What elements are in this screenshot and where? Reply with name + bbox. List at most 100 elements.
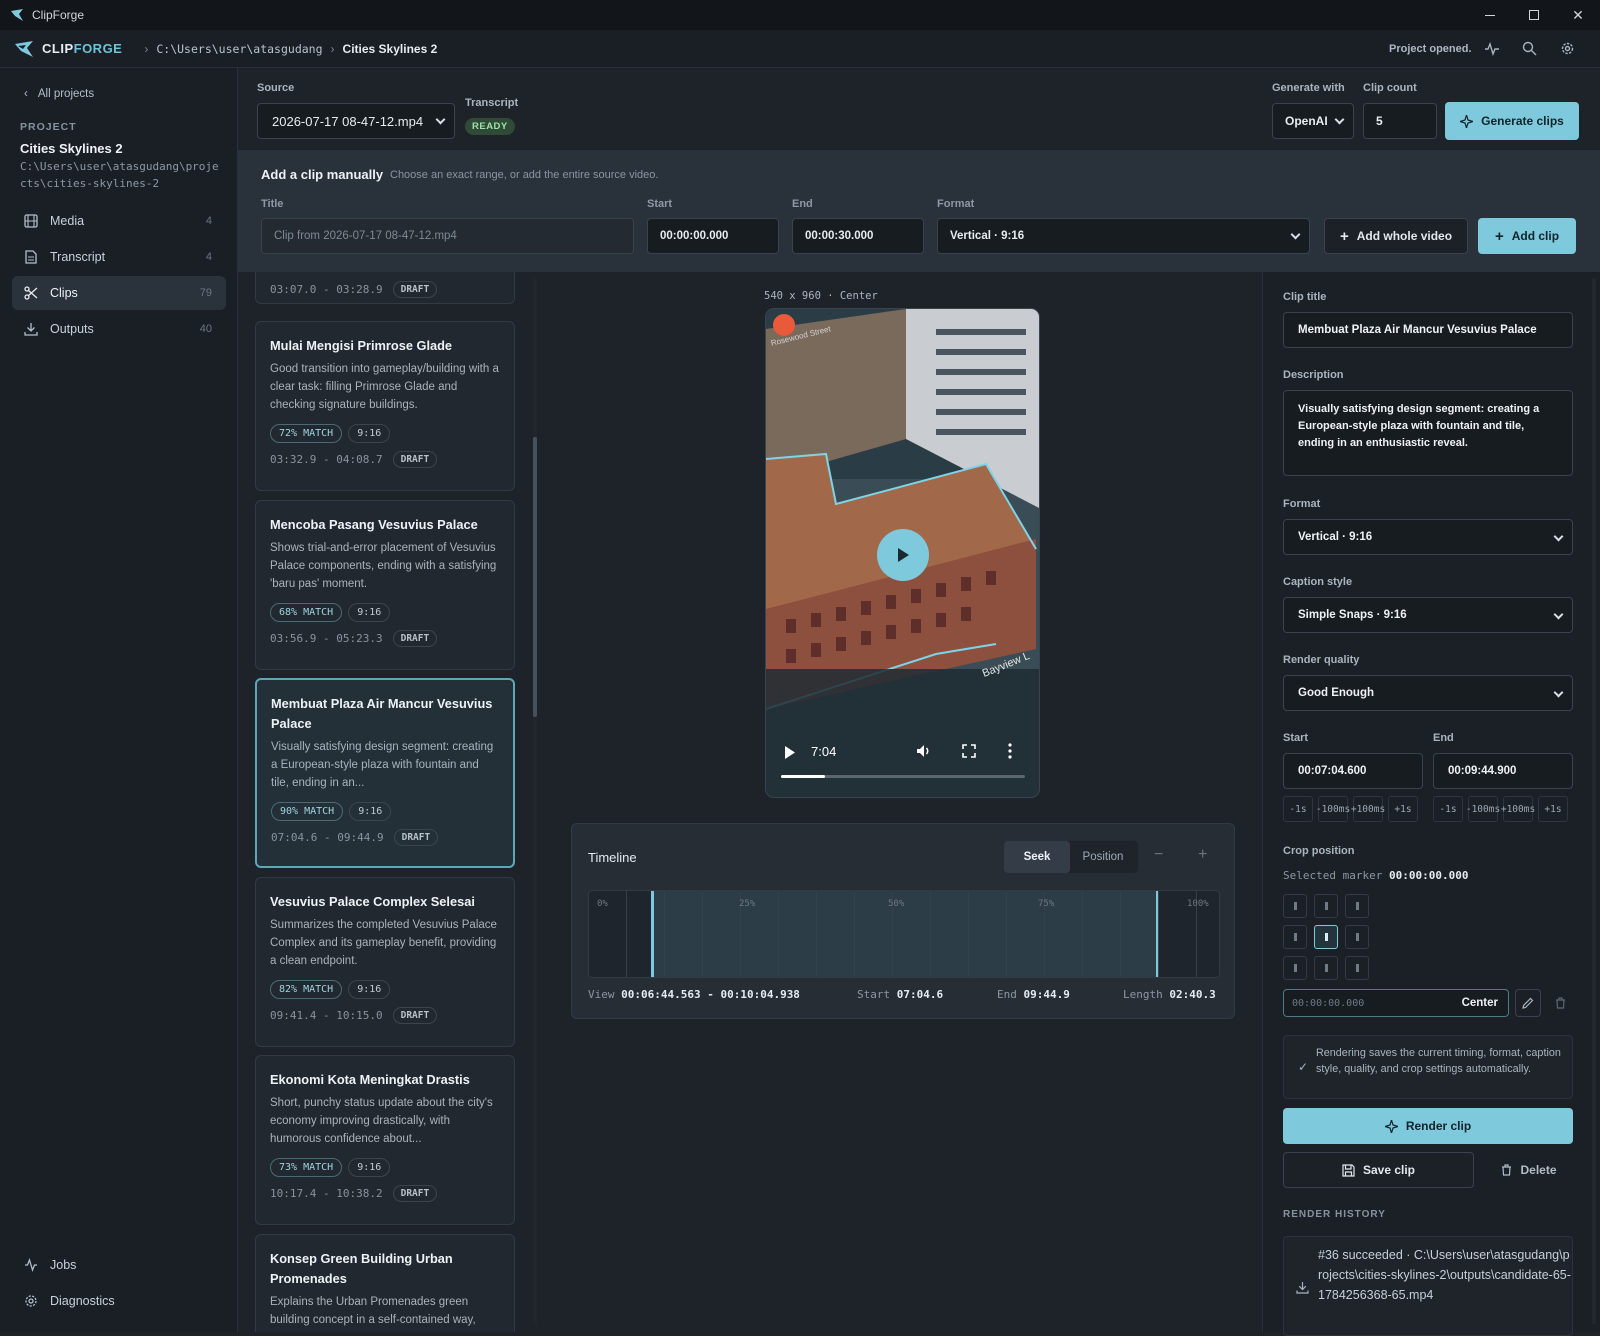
- seek-tab[interactable]: Seek: [1004, 841, 1070, 873]
- crop-cell-middle-right[interactable]: [1345, 925, 1369, 949]
- end-plus-1s-button[interactable]: +1s: [1538, 796, 1568, 822]
- format-select[interactable]: Vertical · 9:16: [937, 218, 1310, 254]
- clip-list-scrollbar-track[interactable]: [533, 278, 537, 1324]
- start-minus-1s-button[interactable]: -1s: [1283, 796, 1313, 822]
- clip-card-selected[interactable]: Membuat Plaza Air Mancur Vesuvius Palace…: [255, 678, 515, 868]
- caption-style-select[interactable]: Simple Snaps · 9:16: [1283, 597, 1573, 633]
- render-history-item[interactable]: #36 succeeded · C:\Users\user\atasgudang…: [1283, 1236, 1573, 1336]
- match-badge: 90% MATCH: [271, 802, 344, 821]
- zoom-out-button[interactable]: −: [1154, 846, 1163, 864]
- format-select[interactable]: Vertical · 9:16: [1283, 519, 1573, 555]
- delete-marker-button[interactable]: [1547, 989, 1573, 1017]
- crop-cell-bottom-right[interactable]: [1345, 956, 1369, 980]
- generate-clips-button[interactable]: Generate clips: [1445, 102, 1579, 140]
- sidebar-item-outputs[interactable]: Outputs 40: [12, 312, 226, 346]
- crop-cell-center[interactable]: [1314, 925, 1338, 949]
- more-options-icon[interactable]: [1008, 743, 1012, 759]
- maximize-button[interactable]: [1512, 0, 1556, 30]
- play-icon[interactable]: [784, 746, 796, 759]
- end-plus-100ms-button[interactable]: +100ms: [1501, 796, 1535, 822]
- minimize-button[interactable]: [1468, 0, 1512, 30]
- details-scrollbar[interactable]: [1592, 278, 1596, 1324]
- crop-cell-top-left[interactable]: [1283, 894, 1307, 918]
- crop-cell-middle-left[interactable]: [1283, 925, 1307, 949]
- clip-card[interactable]: Mencoba Pasang Vesuvius Palace Shows tria…: [255, 500, 515, 670]
- video-progress-bar[interactable]: [781, 775, 1025, 778]
- transcript-label: Transcript: [465, 97, 519, 109]
- crop-cell-top-right[interactable]: [1345, 894, 1369, 918]
- clip-title-field[interactable]: Membuat Plaza Air Mancur Vesuvius Palace: [1283, 312, 1573, 348]
- save-clip-button[interactable]: Save clip: [1283, 1152, 1474, 1188]
- sidebar-item-diagnostics[interactable]: Diagnostics: [12, 1284, 226, 1318]
- clip-list-scrollbar-thumb[interactable]: [533, 437, 537, 717]
- end-minus-100ms-button[interactable]: -100ms: [1466, 796, 1500, 822]
- volume-icon[interactable]: [916, 744, 932, 758]
- play-overlay-button[interactable]: [877, 529, 929, 581]
- breadcrumb-path[interactable]: C:\Users\user\atasgudang: [156, 42, 322, 56]
- add-clip-button[interactable]: + Add clip: [1478, 218, 1576, 254]
- render-clip-button[interactable]: Render clip: [1283, 1108, 1573, 1144]
- crop-cell-bottom-left[interactable]: [1283, 956, 1307, 980]
- activity-icon[interactable]: [1484, 41, 1500, 56]
- generate-clips-label: Generate clips: [1481, 114, 1564, 128]
- edit-marker-button[interactable]: [1515, 989, 1541, 1017]
- start-time-input[interactable]: 00:07:04.600: [1283, 753, 1423, 789]
- clip-meta: 10:17.4 - 10:38.2 DRAFT: [270, 1185, 500, 1202]
- render-note: ✓ Rendering saves the current timing, fo…: [1283, 1035, 1573, 1099]
- clip-card[interactable]: Vesuvius Palace Complex Selesai Summarize…: [255, 877, 515, 1047]
- all-projects-link[interactable]: ‹ All projects: [24, 88, 94, 100]
- crop-cell-top-center[interactable]: [1314, 894, 1338, 918]
- description-textarea[interactable]: Visually satisfying design segment: crea…: [1283, 390, 1573, 476]
- ratio-badge: 9:16: [348, 424, 391, 443]
- video-preview[interactable]: Rosewood Street Bayview L 7:04: [765, 308, 1040, 798]
- clip-card[interactable]: 03:07.0 - 03:28.9 DRAFT: [255, 272, 515, 304]
- end-time-input[interactable]: 00:09:44.900: [1433, 753, 1573, 789]
- clip-count-input[interactable]: 5: [1363, 103, 1437, 139]
- fullscreen-icon[interactable]: [962, 744, 976, 758]
- zoom-in-button[interactable]: +: [1198, 846, 1207, 864]
- source-toolbar: Source 2026-07-17 08-47-12.mp4 Transcrip…: [238, 68, 1600, 150]
- close-button[interactable]: ✕: [1556, 0, 1600, 30]
- end-value: 00:00:30.000: [805, 230, 874, 242]
- sidebar-item-count: 4: [205, 215, 212, 227]
- download-icon[interactable]: [1296, 1281, 1309, 1294]
- search-icon[interactable]: [1522, 41, 1537, 56]
- project-section-label: PROJECT: [20, 121, 77, 133]
- marker-time-input[interactable]: 00:00:00.000 Center: [1283, 989, 1509, 1017]
- start-input[interactable]: 00:00:00.000: [647, 218, 779, 254]
- position-tab[interactable]: Position: [1070, 841, 1136, 873]
- clip-title-input[interactable]: Clip from 2026-07-17 08-47-12.mp4: [261, 218, 634, 254]
- clip-card[interactable]: Mulai Mengisi Primrose Glade Good transit…: [255, 321, 515, 491]
- end-minus-1s-button[interactable]: -1s: [1433, 796, 1463, 822]
- provider-select[interactable]: OpenAI: [1272, 103, 1354, 139]
- source-select[interactable]: 2026-07-17 08-47-12.mp4: [257, 103, 455, 139]
- sidebar-item-clips[interactable]: Clips 79: [12, 276, 226, 310]
- ratio-badge: 9:16: [349, 802, 392, 821]
- sidebar-item-media[interactable]: Media 4: [12, 204, 226, 238]
- delete-clip-button[interactable]: Delete: [1485, 1152, 1573, 1188]
- start-plus-1s-button[interactable]: +1s: [1388, 796, 1418, 822]
- render-history-label: RENDER HISTORY: [1283, 1209, 1386, 1220]
- start-plus-100ms-button[interactable]: +100ms: [1351, 796, 1385, 822]
- clip-card[interactable]: Ekonomi Kota Meningkat Drastis Short, pun…: [255, 1055, 515, 1225]
- clip-card[interactable]: Konsep Green Building Urban Promenades Ex…: [255, 1234, 515, 1332]
- sidebar-item-transcript[interactable]: Transcript 4: [12, 240, 226, 274]
- description-value: Visually satisfying design segment: crea…: [1298, 403, 1540, 449]
- end-label: End: [1433, 732, 1454, 744]
- add-whole-video-button[interactable]: + Add whole video: [1324, 218, 1468, 254]
- save-icon: [1342, 1163, 1355, 1177]
- end-input[interactable]: 00:00:30.000: [792, 218, 924, 254]
- clip-title: Vesuvius Palace Complex Selesai: [270, 894, 475, 909]
- match-badge: 82% MATCH: [270, 980, 343, 999]
- render-quality-select[interactable]: Good Enough: [1283, 675, 1573, 711]
- chevron-down-icon: [1334, 114, 1345, 125]
- render-history-text: #36 succeeded · C:\Users\user\atasgudang…: [1318, 1248, 1571, 1302]
- crop-cell-bottom-center[interactable]: [1314, 956, 1338, 980]
- start-minus-100ms-button[interactable]: -100ms: [1316, 796, 1350, 822]
- timeline-track[interactable]: 0% 25% 50% 75% 100%: [588, 890, 1220, 978]
- all-projects-label: All projects: [37, 88, 95, 100]
- settings-gear-icon[interactable]: [1560, 41, 1575, 56]
- sidebar-item-count: 40: [199, 323, 212, 335]
- breadcrumb-project[interactable]: Cities Skylines 2: [343, 42, 438, 56]
- sidebar-item-jobs[interactable]: Jobs: [12, 1248, 226, 1282]
